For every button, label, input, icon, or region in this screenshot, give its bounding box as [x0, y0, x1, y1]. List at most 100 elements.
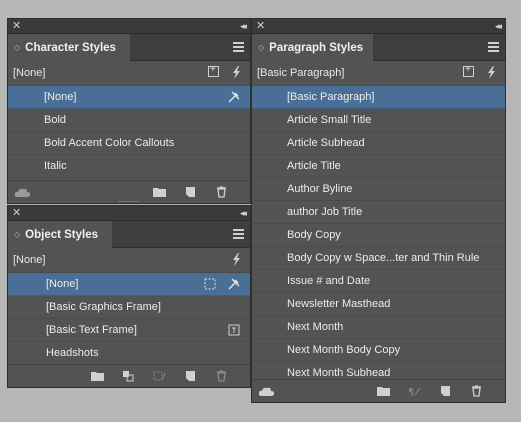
- list-item[interactable]: Article Small Title: [252, 109, 505, 132]
- lightning-icon[interactable]: [231, 66, 242, 79]
- current-style-label: [None]: [13, 254, 46, 266]
- list-item-label: [Basic Paragraph]: [287, 91, 375, 103]
- current-style-label: [None]: [13, 67, 46, 79]
- list-item-label: Italic: [44, 160, 67, 172]
- svg-text:¶: ¶: [408, 387, 414, 397]
- lightning-icon[interactable]: [486, 66, 497, 79]
- clear-overrides-icon[interactable]: [228, 278, 240, 290]
- list-item-label: Bold: [44, 114, 67, 126]
- updown-arrows-icon: ◇: [14, 42, 21, 52]
- close-icon[interactable]: ✕: [12, 19, 21, 33]
- list-item-label: Headshots: [46, 347, 99, 359]
- panel-menu-icon[interactable]: [233, 42, 244, 54]
- list-item[interactable]: Headshots: [8, 342, 250, 365]
- list-item-label: Bold Accent Color Callouts: [44, 137, 175, 149]
- panel-menu-icon[interactable]: [488, 42, 499, 54]
- list-item-label: Article Subhead: [287, 137, 365, 149]
- close-icon[interactable]: ✕: [12, 206, 21, 220]
- clear-non-style-attributes-icon[interactable]: [204, 278, 216, 290]
- character-style-list: [None] Bold Bold Accent Color Callouts I…: [8, 86, 250, 178]
- list-item[interactable]: [None]: [8, 86, 250, 109]
- list-item[interactable]: Article Subhead: [252, 132, 505, 155]
- folder-icon[interactable]: [91, 370, 104, 382]
- tab-character-styles[interactable]: ◇ Character Styles: [8, 34, 130, 61]
- clear-overrides-footer-icon[interactable]: [122, 370, 135, 382]
- collapse-icon[interactable]: ◂◂: [240, 206, 247, 220]
- list-item[interactable]: Italic: [8, 155, 250, 178]
- list-item[interactable]: [Basic Paragraph]: [252, 86, 505, 109]
- list-item[interactable]: author Job Title: [252, 201, 505, 224]
- list-item[interactable]: [None]: [8, 273, 250, 296]
- list-item-label: Body Copy: [287, 229, 341, 241]
- panel-footer: [8, 364, 250, 387]
- new-style-group-icon[interactable]: [463, 64, 474, 77]
- panel-tabrow: ◇ Character Styles: [8, 34, 250, 61]
- clear-overrides-footer-icon[interactable]: ¶: [408, 385, 421, 397]
- tab-label: Object Styles: [25, 228, 99, 241]
- object-style-list: [None] [Basic Graphics Frame] [Basic Tex…: [8, 273, 250, 365]
- list-item-label: Next Month Subhead: [287, 367, 391, 379]
- text-frame-icon: [228, 324, 240, 336]
- list-item[interactable]: [Basic Text Frame]: [8, 319, 250, 342]
- list-item-label: author Job Title: [287, 206, 363, 218]
- new-style-icon[interactable]: [439, 385, 452, 397]
- close-icon[interactable]: ✕: [256, 19, 265, 33]
- trash-icon[interactable]: [470, 385, 483, 397]
- cc-library-cloud-icon[interactable]: [14, 186, 32, 198]
- tab-object-styles[interactable]: ◇ Object Styles: [8, 221, 112, 248]
- list-item[interactable]: Article Title: [252, 155, 505, 178]
- list-item[interactable]: Newsletter Masthead: [252, 293, 505, 316]
- panel-footer: ¶: [252, 379, 505, 402]
- folder-icon[interactable]: [377, 385, 390, 397]
- list-item[interactable]: Next Month Body Copy: [252, 339, 505, 362]
- list-item-label: Article Small Title: [287, 114, 372, 126]
- new-style-group-icon[interactable]: [208, 64, 219, 77]
- trash-icon[interactable]: [215, 370, 228, 382]
- list-item[interactable]: Body Copy w Space...ter and Thin Rule: [252, 247, 505, 270]
- list-item[interactable]: [Basic Graphics Frame]: [8, 296, 250, 319]
- tab-paragraph-styles[interactable]: ◇ Paragraph Styles: [252, 34, 373, 61]
- list-item-label: [Basic Graphics Frame]: [46, 301, 161, 313]
- panel-tabrow: ◇ Paragraph Styles: [252, 34, 505, 61]
- panel-titlebar[interactable]: ✕ ◂◂: [8, 206, 250, 221]
- panel-footer: [8, 180, 250, 206]
- collapse-icon[interactable]: ◂◂: [240, 19, 247, 33]
- paragraph-styles-panel: ✕ ◂◂ ◇ Paragraph Styles [Basic Paragraph…: [251, 18, 506, 403]
- character-styles-panel: ✕ ◂◂ ◇ Character Styles [None] [None] Bo…: [7, 18, 251, 206]
- list-item-label: Article Title: [287, 160, 341, 172]
- new-style-icon[interactable]: [184, 370, 197, 382]
- new-style-icon[interactable]: [184, 186, 197, 198]
- lightning-icon[interactable]: [231, 253, 242, 266]
- tab-label: Paragraph Styles: [269, 41, 364, 54]
- current-style-row: [Basic Paragraph]: [252, 61, 505, 86]
- list-item-label: Next Month: [287, 321, 344, 333]
- list-item-label: Newsletter Masthead: [287, 298, 391, 310]
- panel-tabrow: ◇ Object Styles: [8, 221, 250, 248]
- collapse-icon[interactable]: ◂◂: [495, 19, 502, 33]
- updown-arrows-icon: ◇: [14, 229, 21, 239]
- clear-overrides-icon[interactable]: [228, 91, 240, 103]
- list-item[interactable]: Issue # and Date: [252, 270, 505, 293]
- list-item[interactable]: Body Copy: [252, 224, 505, 247]
- current-style-row: [None]: [8, 61, 250, 86]
- list-item[interactable]: Bold: [8, 109, 250, 132]
- list-item-label: Issue # and Date: [287, 275, 371, 287]
- list-item-label: [None]: [44, 91, 77, 103]
- trash-icon[interactable]: [215, 186, 228, 198]
- folder-icon[interactable]: [153, 186, 166, 198]
- panel-menu-icon[interactable]: [233, 229, 244, 241]
- current-style-row: [None]: [8, 248, 250, 273]
- list-item-label: Body Copy w Space...ter and Thin Rule: [287, 252, 480, 264]
- list-item[interactable]: Bold Accent Color Callouts: [8, 132, 250, 155]
- tab-label: Character Styles: [25, 41, 116, 54]
- paragraph-style-list: [Basic Paragraph] Article Small Title Ar…: [252, 86, 505, 385]
- panel-titlebar[interactable]: ✕ ◂◂: [252, 19, 505, 34]
- list-item[interactable]: Author Byline: [252, 178, 505, 201]
- cc-library-cloud-icon[interactable]: [258, 385, 276, 397]
- list-item[interactable]: Next Month: [252, 316, 505, 339]
- clear-attributes-footer-icon[interactable]: [153, 370, 166, 382]
- panel-titlebar[interactable]: ✕ ◂◂: [8, 19, 250, 34]
- list-item-label: [None]: [46, 278, 79, 290]
- object-styles-panel: ✕ ◂◂ ◇ Object Styles [None] [None] [Basi…: [7, 205, 251, 388]
- current-style-label: [Basic Paragraph]: [257, 67, 345, 79]
